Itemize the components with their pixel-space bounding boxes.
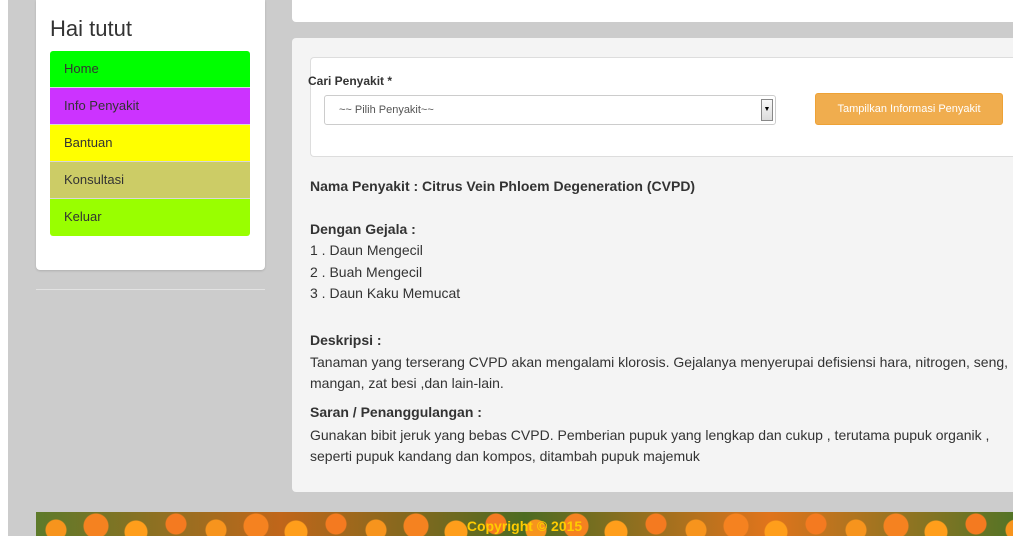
sidebar-item-konsultasi[interactable]: Konsultasi	[50, 162, 250, 199]
show-info-button[interactable]: Tampilkan Informasi Penyakit	[815, 93, 1003, 125]
search-label: Cari Penyakit *	[308, 74, 393, 88]
sidebar-menu: Home Info Penyakit Bantuan Konsultasi Ke…	[50, 51, 250, 236]
sidebar-item-bantuan[interactable]: Bantuan	[50, 125, 250, 162]
description-title: Deskripsi :	[310, 332, 382, 348]
chevron-down-icon[interactable]: ▼	[761, 99, 773, 121]
disease-name: Nama Penyakit : Citrus Vein Phloem Degen…	[310, 178, 696, 194]
sidebar-item-keluar[interactable]: Keluar	[50, 199, 250, 236]
list-item: 1 . Daun Mengecil	[310, 242, 423, 258]
disease-select-value: ~~ Pilih Penyakit~~	[339, 104, 434, 116]
advice-title: Saran / Penanggulangan :	[310, 404, 482, 420]
sidebar-item-home[interactable]: Home	[50, 51, 250, 88]
list-item: 3 . Daun Kaku Memucat	[310, 285, 461, 301]
main-panel: Cari Penyakit * ~~ Pilih Penyakit~~ ▼ Ta…	[292, 38, 1013, 492]
sidebar-item-info-penyakit[interactable]: Info Penyakit	[50, 88, 250, 125]
top-panel	[292, 0, 1013, 22]
copyright-text: Copyright © 2015	[466, 518, 583, 534]
disease-select[interactable]: ~~ Pilih Penyakit~~ ▼	[324, 95, 776, 125]
symptoms-title: Dengan Gejala :	[310, 221, 416, 237]
greeting-text: Hai tutut	[50, 16, 132, 41]
sidebar: Hai tutut Home Info Penyakit Bantuan Kon…	[36, 0, 265, 270]
advice-text: Gunakan bibit jeruk yang bebas CVPD. Pem…	[310, 427, 990, 464]
sidebar-divider	[36, 289, 265, 290]
symptoms-list: 1 . Daun Mengecil 2 . Buah Mengecil 3 . …	[310, 240, 460, 305]
description-text: Tanaman yang terserang CVPD akan mengala…	[310, 354, 1009, 391]
footer-banner: Copyright © 2015	[36, 512, 1013, 536]
list-item: 2 . Buah Mengecil	[310, 263, 423, 280]
